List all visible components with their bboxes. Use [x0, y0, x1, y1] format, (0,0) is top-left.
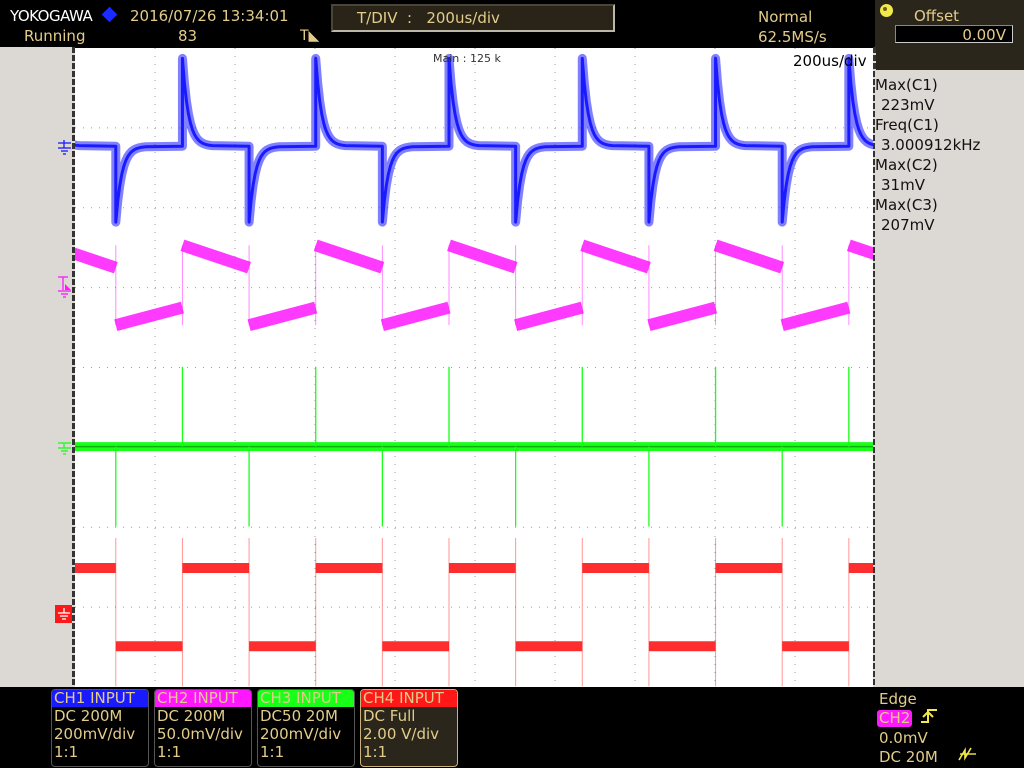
meas-name: Max(C2)	[875, 156, 938, 174]
ch4-coupling: DC Full	[363, 707, 416, 725]
time-div-display[interactable]: T/DIV : 200us/div	[331, 4, 615, 32]
trigger-level: 0.0mV	[879, 729, 928, 747]
trigger-coupling: DC 20M	[879, 748, 938, 766]
acquisition-count: 83	[178, 27, 198, 45]
ch4-ground-marker-icon[interactable]	[55, 605, 73, 623]
ch2-probe: 1:1	[157, 743, 182, 761]
brand-diamond-icon	[101, 6, 118, 23]
main-record-length: Main : 125 k	[433, 52, 501, 65]
run-state: Running	[24, 27, 86, 45]
waveform-canvas	[75, 48, 875, 687]
ch2-scale: 50.0mV/div	[157, 725, 243, 743]
measurement-panel: Max(C1) 223mV Freq(C1) 3.000912kHz Max(C…	[875, 70, 1024, 687]
ch2-trace-segment	[114, 301, 184, 331]
ch2-trace-segment	[447, 239, 518, 274]
offset-label: Offset	[914, 7, 960, 25]
ch2-header: CH2 INPUT	[155, 690, 251, 707]
ch3-probe: 1:1	[260, 743, 285, 761]
ch1-coupling: DC 200M	[54, 707, 123, 725]
channel-status-bar: CH1 INPUT DC 200M 200mV/div 1:1 CH2 INPU…	[0, 687, 1024, 768]
ch2-trace-segment	[313, 239, 385, 274]
ch2-trace-segment	[846, 239, 875, 261]
time-div-label: T/DIV : 200us/div	[357, 9, 500, 27]
ch2-trace-segment	[647, 301, 718, 331]
ch2-trace-segment	[247, 301, 318, 331]
trigger-type: Edge	[879, 690, 917, 708]
ch2-trace-segment	[580, 239, 651, 274]
meas-value: 3.000912kHz	[881, 136, 981, 154]
ch1-header: CH1 INPUT	[52, 690, 148, 707]
ch3-header: CH3 INPUT	[258, 690, 354, 707]
ch2-trace-segment	[713, 239, 785, 274]
trigger-source-badge[interactable]: CH2	[877, 710, 913, 727]
meas-value: 223mV	[881, 96, 935, 114]
ch1-ground-marker-icon[interactable]	[57, 140, 73, 156]
ch3-coupling: DC50 20M	[260, 707, 338, 725]
time-div-corner-label: 200us/div	[793, 52, 867, 70]
ch3-scale: 200mV/div	[260, 725, 342, 743]
ch1-scale: 200mV/div	[54, 725, 136, 743]
ch2-trace-segment	[75, 247, 118, 274]
ch4-probe: 1:1	[363, 743, 388, 761]
sample-rate: 62.5MS/s	[758, 28, 827, 46]
waveform-display[interactable]	[75, 48, 875, 687]
ch4-header: CH4 INPUT	[361, 690, 457, 707]
offset-input[interactable]: 0.00V	[895, 25, 1013, 44]
ch2-trace-segment	[180, 239, 251, 274]
ch2-coupling: DC 200M	[157, 707, 226, 725]
ch2-trace-segment	[780, 301, 851, 331]
meas-name: Max(C1)	[875, 76, 938, 94]
ch1-info-box[interactable]: CH1 INPUT DC 200M 200mV/div 1:1	[51, 689, 149, 767]
ch4-scale: 2.00 V/div	[363, 725, 440, 743]
ch2-trace-segment	[380, 301, 451, 331]
meas-value: 207mV	[881, 216, 935, 234]
meas-name: Max(C3)	[875, 196, 938, 214]
meas-value: 31mV	[881, 176, 925, 194]
offset-panel: Offset 0.00V	[875, 0, 1024, 70]
top-status-bar: YOKOGAWA 2016/07/26 13:34:01 Running 83 …	[0, 0, 875, 47]
ch2-trace-segment	[514, 301, 584, 331]
ch4-info-box[interactable]: CH4 INPUT DC Full 2.00 V/div 1:1	[360, 689, 458, 767]
plot-left-border	[72, 47, 75, 687]
ch2-trigger-ground-marker-icon[interactable]	[57, 275, 73, 301]
brand-logo: YOKOGAWA	[10, 7, 93, 25]
datetime: 2016/07/26 13:34:01	[130, 7, 289, 25]
ch1-probe: 1:1	[54, 743, 79, 761]
noise-reject-icon	[958, 747, 976, 761]
ch2-info-box[interactable]: CH2 INPUT DC 200M 50.0mV/div 1:1	[154, 689, 252, 767]
ch3-ground-marker-icon[interactable]	[57, 441, 73, 457]
rising-edge-icon	[921, 709, 937, 723]
ch3-info-box[interactable]: CH3 INPUT DC50 20M 200mV/div 1:1	[257, 689, 355, 767]
ch1-trace-noise	[75, 53, 875, 227]
trigger-position-icon: T◣	[300, 28, 320, 44]
channel-marker-strip	[0, 47, 74, 687]
meas-name: Freq(C1)	[875, 116, 939, 134]
knob-icon	[880, 4, 893, 17]
trigger-mode: Normal	[758, 8, 813, 26]
